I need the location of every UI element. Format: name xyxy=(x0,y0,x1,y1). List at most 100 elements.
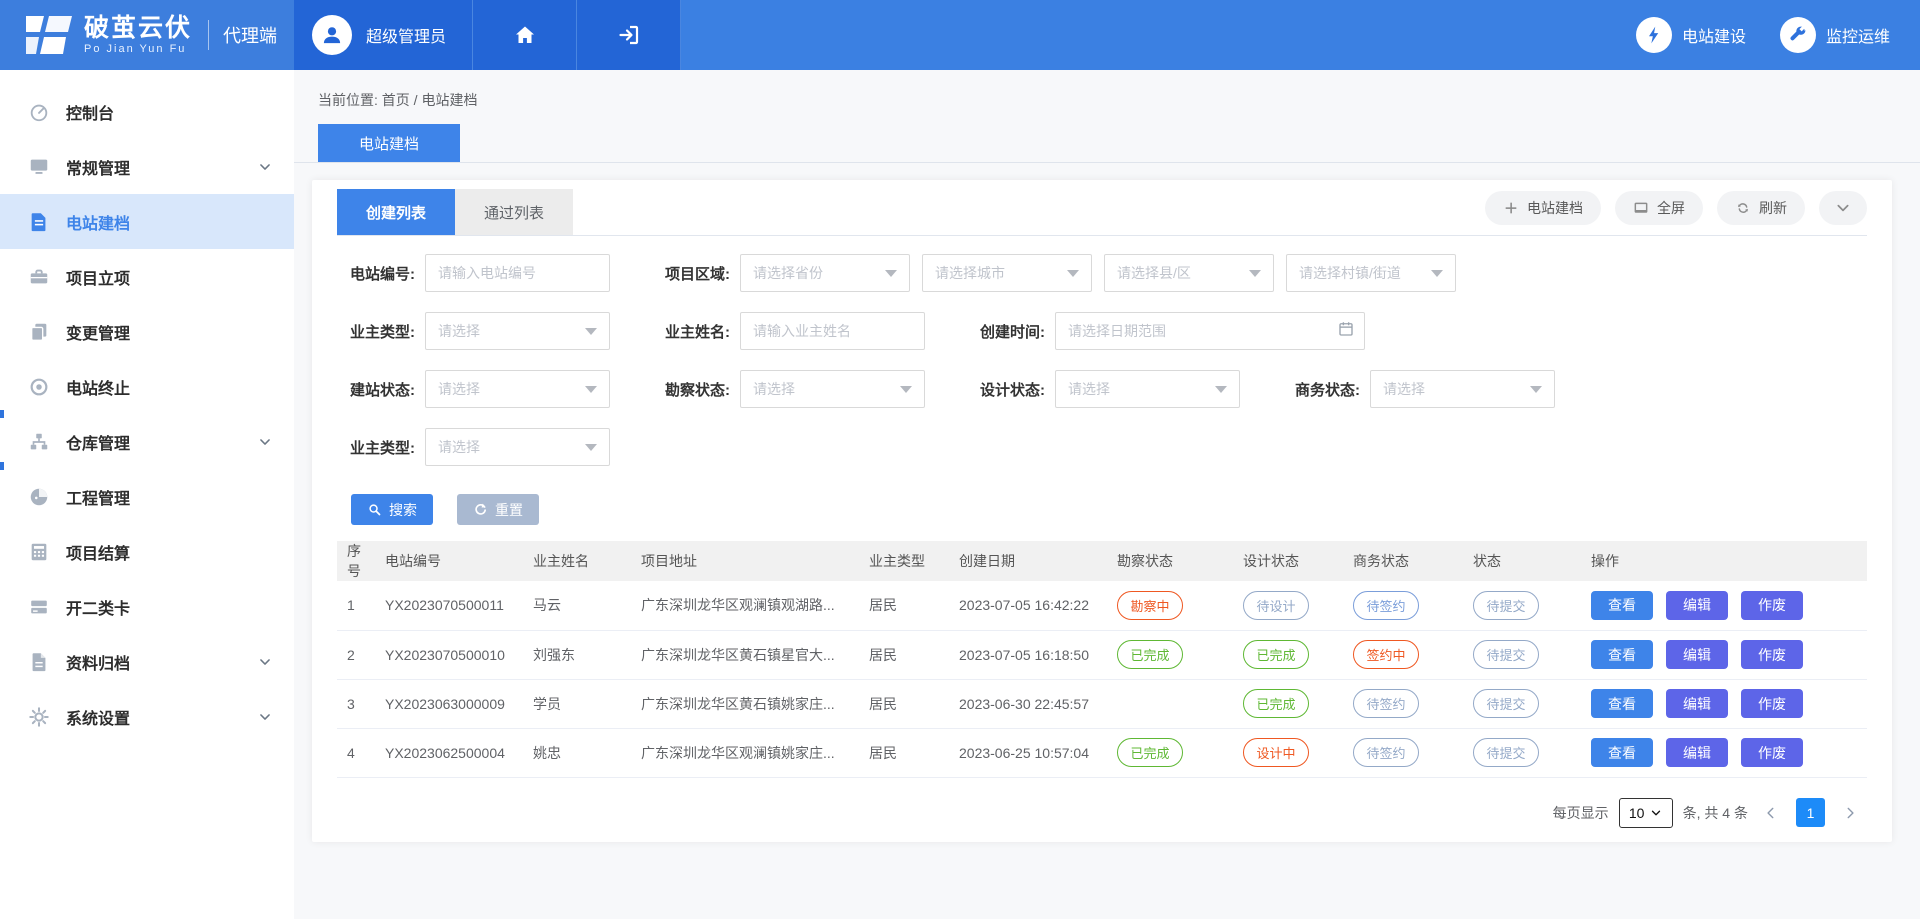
business-status-select[interactable]: 请选择 xyxy=(1370,370,1555,408)
next-page-button[interactable] xyxy=(1837,800,1863,826)
sidebar-item-system-settings[interactable]: 系统设置 xyxy=(0,689,294,744)
column-header: 商务状态 xyxy=(1347,541,1467,581)
search-icon xyxy=(367,502,382,517)
per-page-select[interactable]: 10 xyxy=(1619,798,1673,828)
page-number-current[interactable]: 1 xyxy=(1796,798,1825,827)
view-button[interactable]: 查看 xyxy=(1591,738,1653,767)
tab-passed-list[interactable]: 通过列表 xyxy=(455,189,573,235)
collapse-button[interactable] xyxy=(1819,191,1867,225)
view-button[interactable]: 查看 xyxy=(1591,591,1653,620)
edit-button[interactable]: 编辑 xyxy=(1666,591,1728,620)
county-select[interactable]: 请选择县/区 xyxy=(1104,254,1274,292)
column-header: 序号 xyxy=(337,541,379,581)
home-button[interactable] xyxy=(473,0,577,70)
create-time-input[interactable] xyxy=(1055,312,1365,350)
sidebar-item-engineering-management[interactable]: 工程管理 xyxy=(0,469,294,524)
sidebar-item-station-termination[interactable]: 电站终止 xyxy=(0,359,294,414)
sidebar-item-general-management[interactable]: 常规管理 xyxy=(0,139,294,194)
sidebar-item-data-archive[interactable]: 资料归档 xyxy=(0,634,294,689)
fullscreen-button[interactable]: 全屏 xyxy=(1615,191,1703,225)
refresh-button[interactable]: 刷新 xyxy=(1717,191,1805,225)
owner-type-select[interactable]: 请选择 xyxy=(425,312,610,350)
nav-monitoring-ops[interactable]: 监控运维 xyxy=(1780,17,1890,53)
nav-station-construction[interactable]: 电站建设 xyxy=(1636,17,1746,53)
caret-down-icon xyxy=(585,444,597,451)
sidebar-item-label: 项目结算 xyxy=(66,540,272,564)
scrollbar-fragment xyxy=(0,462,4,470)
view-button[interactable]: 查看 xyxy=(1591,689,1653,718)
design-status-badge: 已完成 xyxy=(1243,640,1309,669)
design-status-badge: 待设计 xyxy=(1243,591,1309,620)
project-address: 广东深圳龙华区黄石镇星官大... xyxy=(635,630,863,679)
sidebar-item-label: 项目立项 xyxy=(66,265,272,289)
status-cell: 已完成 xyxy=(1111,728,1237,777)
portal-label: 代理端 xyxy=(223,22,277,48)
calendar-icon xyxy=(1337,320,1355,338)
per-page-label: 每页显示 xyxy=(1553,803,1609,823)
design-status-select[interactable]: 请选择 xyxy=(1055,370,1240,408)
column-header: 业主姓名 xyxy=(527,541,635,581)
column-header: 状态 xyxy=(1467,541,1585,581)
sidebar: 控制台 常规管理 电站建档 项目立项 变更管理 电站终止 仓库管理 工程管理 xyxy=(0,70,294,919)
breadcrumb: 当前位置: 首页 / 电站建档 xyxy=(294,70,1920,110)
sidebar-item-change-management[interactable]: 变更管理 xyxy=(0,304,294,359)
sidebar-item-label: 系统设置 xyxy=(66,705,258,729)
void-button[interactable]: 作废 xyxy=(1741,640,1803,669)
pagination: 每页显示 10 条, 共 4 条 1 xyxy=(337,778,1867,828)
header-spacer xyxy=(681,0,1636,70)
logo-subtitle: Po Jian Yun Fu xyxy=(84,43,192,55)
edit-button[interactable]: 编辑 xyxy=(1666,689,1728,718)
project-address: 广东深圳龙华区观澜镇姚家庄... xyxy=(635,728,863,777)
city-select[interactable]: 请选择城市 xyxy=(922,254,1092,292)
build-status-select[interactable]: 请选择 xyxy=(425,370,610,408)
edit-button[interactable]: 编辑 xyxy=(1666,738,1728,767)
monitor-icon xyxy=(28,156,50,178)
logo-icon xyxy=(26,14,72,56)
sidebar-item-warehouse-management[interactable]: 仓库管理 xyxy=(0,414,294,469)
prev-page-button[interactable] xyxy=(1758,800,1784,826)
edit-button[interactable]: 编辑 xyxy=(1666,640,1728,669)
void-button[interactable]: 作废 xyxy=(1741,591,1803,620)
owner-name: 学员 xyxy=(527,679,635,728)
void-button[interactable]: 作废 xyxy=(1741,738,1803,767)
view-button[interactable]: 查看 xyxy=(1591,640,1653,669)
village-select[interactable]: 请选择村镇/街道 xyxy=(1286,254,1456,292)
column-header: 设计状态 xyxy=(1237,541,1347,581)
survey-status-badge: 已完成 xyxy=(1117,738,1183,767)
sidebar-item-project-initiation[interactable]: 项目立项 xyxy=(0,249,294,304)
project-address: 广东深圳龙华区观澜镇观湖路... xyxy=(635,581,863,630)
sidebar-item-console[interactable]: 控制台 xyxy=(0,84,294,139)
owner-type2-select[interactable]: 请选择 xyxy=(425,428,610,466)
tab-create-list[interactable]: 创建列表 xyxy=(337,189,455,235)
nav-label: 监控运维 xyxy=(1826,23,1890,47)
scrollbar-fragment xyxy=(0,410,4,418)
breadcrumb-home[interactable]: 首页 xyxy=(382,92,410,108)
card-icon xyxy=(28,596,50,618)
caret-down-icon xyxy=(1249,270,1261,277)
sidebar-item-project-settlement[interactable]: 项目结算 xyxy=(0,524,294,579)
search-actions: 搜索 重置 xyxy=(337,486,1867,541)
survey-status-select[interactable]: 请选择 xyxy=(740,370,925,408)
row-actions: 查看编辑作废 xyxy=(1585,630,1867,679)
chevron-down-icon xyxy=(258,435,272,449)
logout-button[interactable] xyxy=(577,0,681,70)
status-cell: 待提交 xyxy=(1467,679,1585,728)
filter-row: 业主类型: 请选择 xyxy=(337,428,1867,466)
page-tab-station-filing[interactable]: 电站建档 xyxy=(318,124,460,162)
create-station-filing-button[interactable]: 电站建档 xyxy=(1485,191,1601,225)
owner-type: 居民 xyxy=(863,728,953,777)
owner-name-input[interactable] xyxy=(740,312,925,350)
province-select[interactable]: 请选择省份 xyxy=(740,254,910,292)
sidebar-item-second-type-card[interactable]: 开二类卡 xyxy=(0,579,294,634)
reset-button[interactable]: 重置 xyxy=(457,494,539,525)
field-label: 勘察状态: xyxy=(652,379,730,400)
status-badge: 待提交 xyxy=(1473,591,1539,620)
search-button[interactable]: 搜索 xyxy=(351,494,433,525)
design-status-badge: 已完成 xyxy=(1243,689,1309,718)
user-menu[interactable]: 超级管理员 xyxy=(294,0,473,70)
sidebar-item-station-filing[interactable]: 电站建档 xyxy=(0,194,294,249)
sidebar-item-label: 电站建档 xyxy=(66,210,272,234)
station-code-input[interactable] xyxy=(425,254,610,292)
pie-icon xyxy=(28,486,50,508)
void-button[interactable]: 作废 xyxy=(1741,689,1803,718)
